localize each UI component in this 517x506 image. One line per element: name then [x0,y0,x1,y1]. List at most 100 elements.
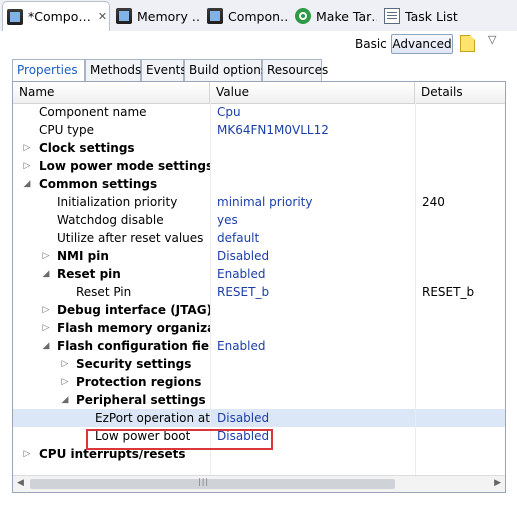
property-details [415,427,505,445]
expand-arrow-icon[interactable]: ▷ [22,445,32,463]
column-header-name[interactable]: Name [13,82,210,103]
group-name: Protection regions [76,375,202,389]
property-name: Component name [39,105,147,119]
table-row[interactable]: ▷ Flash memory organization [13,319,505,337]
property-value[interactable]: default [210,229,415,247]
note-icon[interactable] [460,35,475,52]
editor-tab-task-list[interactable]: Task List [380,2,460,30]
property-details [415,103,505,121]
group-name: Security settings [76,357,192,371]
property-value[interactable]: Disabled [210,427,415,445]
tab-methods[interactable]: Methods [85,59,141,81]
table-row[interactable]: ▷ Low power mode settings [13,157,505,175]
property-value[interactable]: yes [210,211,415,229]
editor-tab-label: Make Tar… [316,8,377,24]
property-value[interactable]: Enabled [210,337,415,355]
table-row[interactable]: ◢ Reset pin Enabled [13,265,505,283]
group-name: Flash memory organization [57,321,210,335]
column-header-value[interactable]: Value [210,82,415,103]
editor-tab-memory[interactable]: Memory … [112,2,200,30]
property-details [415,445,505,463]
table-row[interactable]: CPU type MK64FN1M0VLL12 [13,121,505,139]
group-name: Low power mode settings [39,159,210,173]
expand-arrow-icon[interactable]: ▷ [22,139,32,157]
property-value [210,157,415,175]
table-row[interactable]: Utilize after reset values default [13,229,505,247]
property-details [415,337,505,355]
property-value[interactable]: Disabled [210,247,415,265]
table-row[interactable]: Watchdog disable yes [13,211,505,229]
group-name: Reset pin [57,267,121,281]
basic-mode-button[interactable]: Basic [355,37,387,51]
editor-tab-component[interactable]: *Compo… ✕ [2,1,110,31]
property-details: RESET_b [415,283,505,301]
tab-resources[interactable]: Resources [262,59,328,81]
group-name: CPU interrupts/resets [39,447,186,461]
column-header-details[interactable]: Details [415,82,505,103]
component-inspector: Basic Advanced ▽ Properties Methods Even… [0,31,517,506]
view-mode-bar: Basic Advanced ▽ [0,31,517,57]
expand-arrow-icon[interactable]: ▷ [22,157,32,175]
group-name: Common settings [39,177,158,191]
table-row[interactable]: ▷ Protection regions [13,373,505,391]
table-row[interactable]: Reset Pin RESET_b RESET_b [13,283,505,301]
table-row[interactable]: ▷ Clock settings [13,139,505,157]
table-row[interactable]: ◢ Common settings [13,175,505,193]
close-icon[interactable]: ✕ [98,10,107,23]
tab-events[interactable]: Events [141,59,187,81]
table-row[interactable]: ▷ Debug interface (JTAG) [13,301,505,319]
scrollbar-grip-icon: ||| [198,477,210,486]
table-row[interactable]: ▷ Security settings [13,355,505,373]
table-row[interactable]: Component name Cpu [13,103,505,121]
property-value [210,319,415,337]
property-value[interactable]: Disabled [210,409,415,427]
table-row[interactable]: ▷ NMI pin Disabled [13,247,505,265]
property-value [210,139,415,157]
property-value[interactable]: MK64FN1M0VLL12 [210,121,415,139]
expand-arrow-icon[interactable]: ▷ [41,301,51,319]
property-details [415,391,505,409]
table-row[interactable]: Low power boot Disabled [13,427,505,445]
property-value[interactable]: Enabled [210,265,415,283]
property-details [415,301,505,319]
property-details [415,211,505,229]
group-name: NMI pin [57,249,109,263]
table-row[interactable]: ◢ Peripheral settings [13,391,505,409]
table-row[interactable]: Initialization priority minimal priority… [13,193,505,211]
group-name: Flash configuration field [57,339,210,353]
scroll-left-icon[interactable]: ◀ [17,478,24,488]
target-icon [295,8,311,24]
tab-build-options[interactable]: Build options [184,59,267,81]
table-row-selected[interactable]: EzPort operation at bc Disabled [13,409,505,427]
property-details: 240 [415,193,505,211]
property-value[interactable]: minimal priority [210,193,415,211]
property-value [210,355,415,373]
expand-arrow-icon[interactable]: ▷ [41,319,51,337]
editor-tab-components[interactable]: Compon… [203,2,289,30]
editor-tab-label: Compon… [228,8,289,24]
collapse-arrow-icon[interactable]: ◢ [60,391,70,409]
property-details [415,409,505,427]
horizontal-scrollbar[interactable]: ◀ ||| ▶ [13,475,505,492]
view-menu-icon[interactable]: ▽ [488,33,496,46]
property-details [415,121,505,139]
property-name: Watchdog disable [57,213,164,227]
editor-tab-make-targets[interactable]: Make Tar… [291,2,377,30]
property-details [415,175,505,193]
tab-properties[interactable]: Properties [12,59,85,82]
table-row[interactable]: ◢ Flash configuration field Enabled [13,337,505,355]
scrollbar-thumb[interactable] [30,479,395,489]
table-row[interactable]: ▷ CPU interrupts/resets [13,445,505,463]
expand-arrow-icon[interactable]: ▷ [41,247,51,265]
advanced-mode-button[interactable]: Advanced [391,34,453,54]
expand-arrow-icon[interactable]: ▷ [60,355,70,373]
property-value[interactable]: Cpu [210,103,415,121]
property-value[interactable]: RESET_b [210,283,415,301]
collapse-arrow-icon[interactable]: ◢ [22,175,32,193]
collapse-arrow-icon[interactable]: ◢ [41,337,51,355]
editor-tab-label: Memory … [137,8,200,24]
property-name: CPU type [39,123,95,137]
scroll-right-icon[interactable]: ▶ [494,478,501,488]
collapse-arrow-icon[interactable]: ◢ [41,265,51,283]
expand-arrow-icon[interactable]: ▷ [60,373,70,391]
